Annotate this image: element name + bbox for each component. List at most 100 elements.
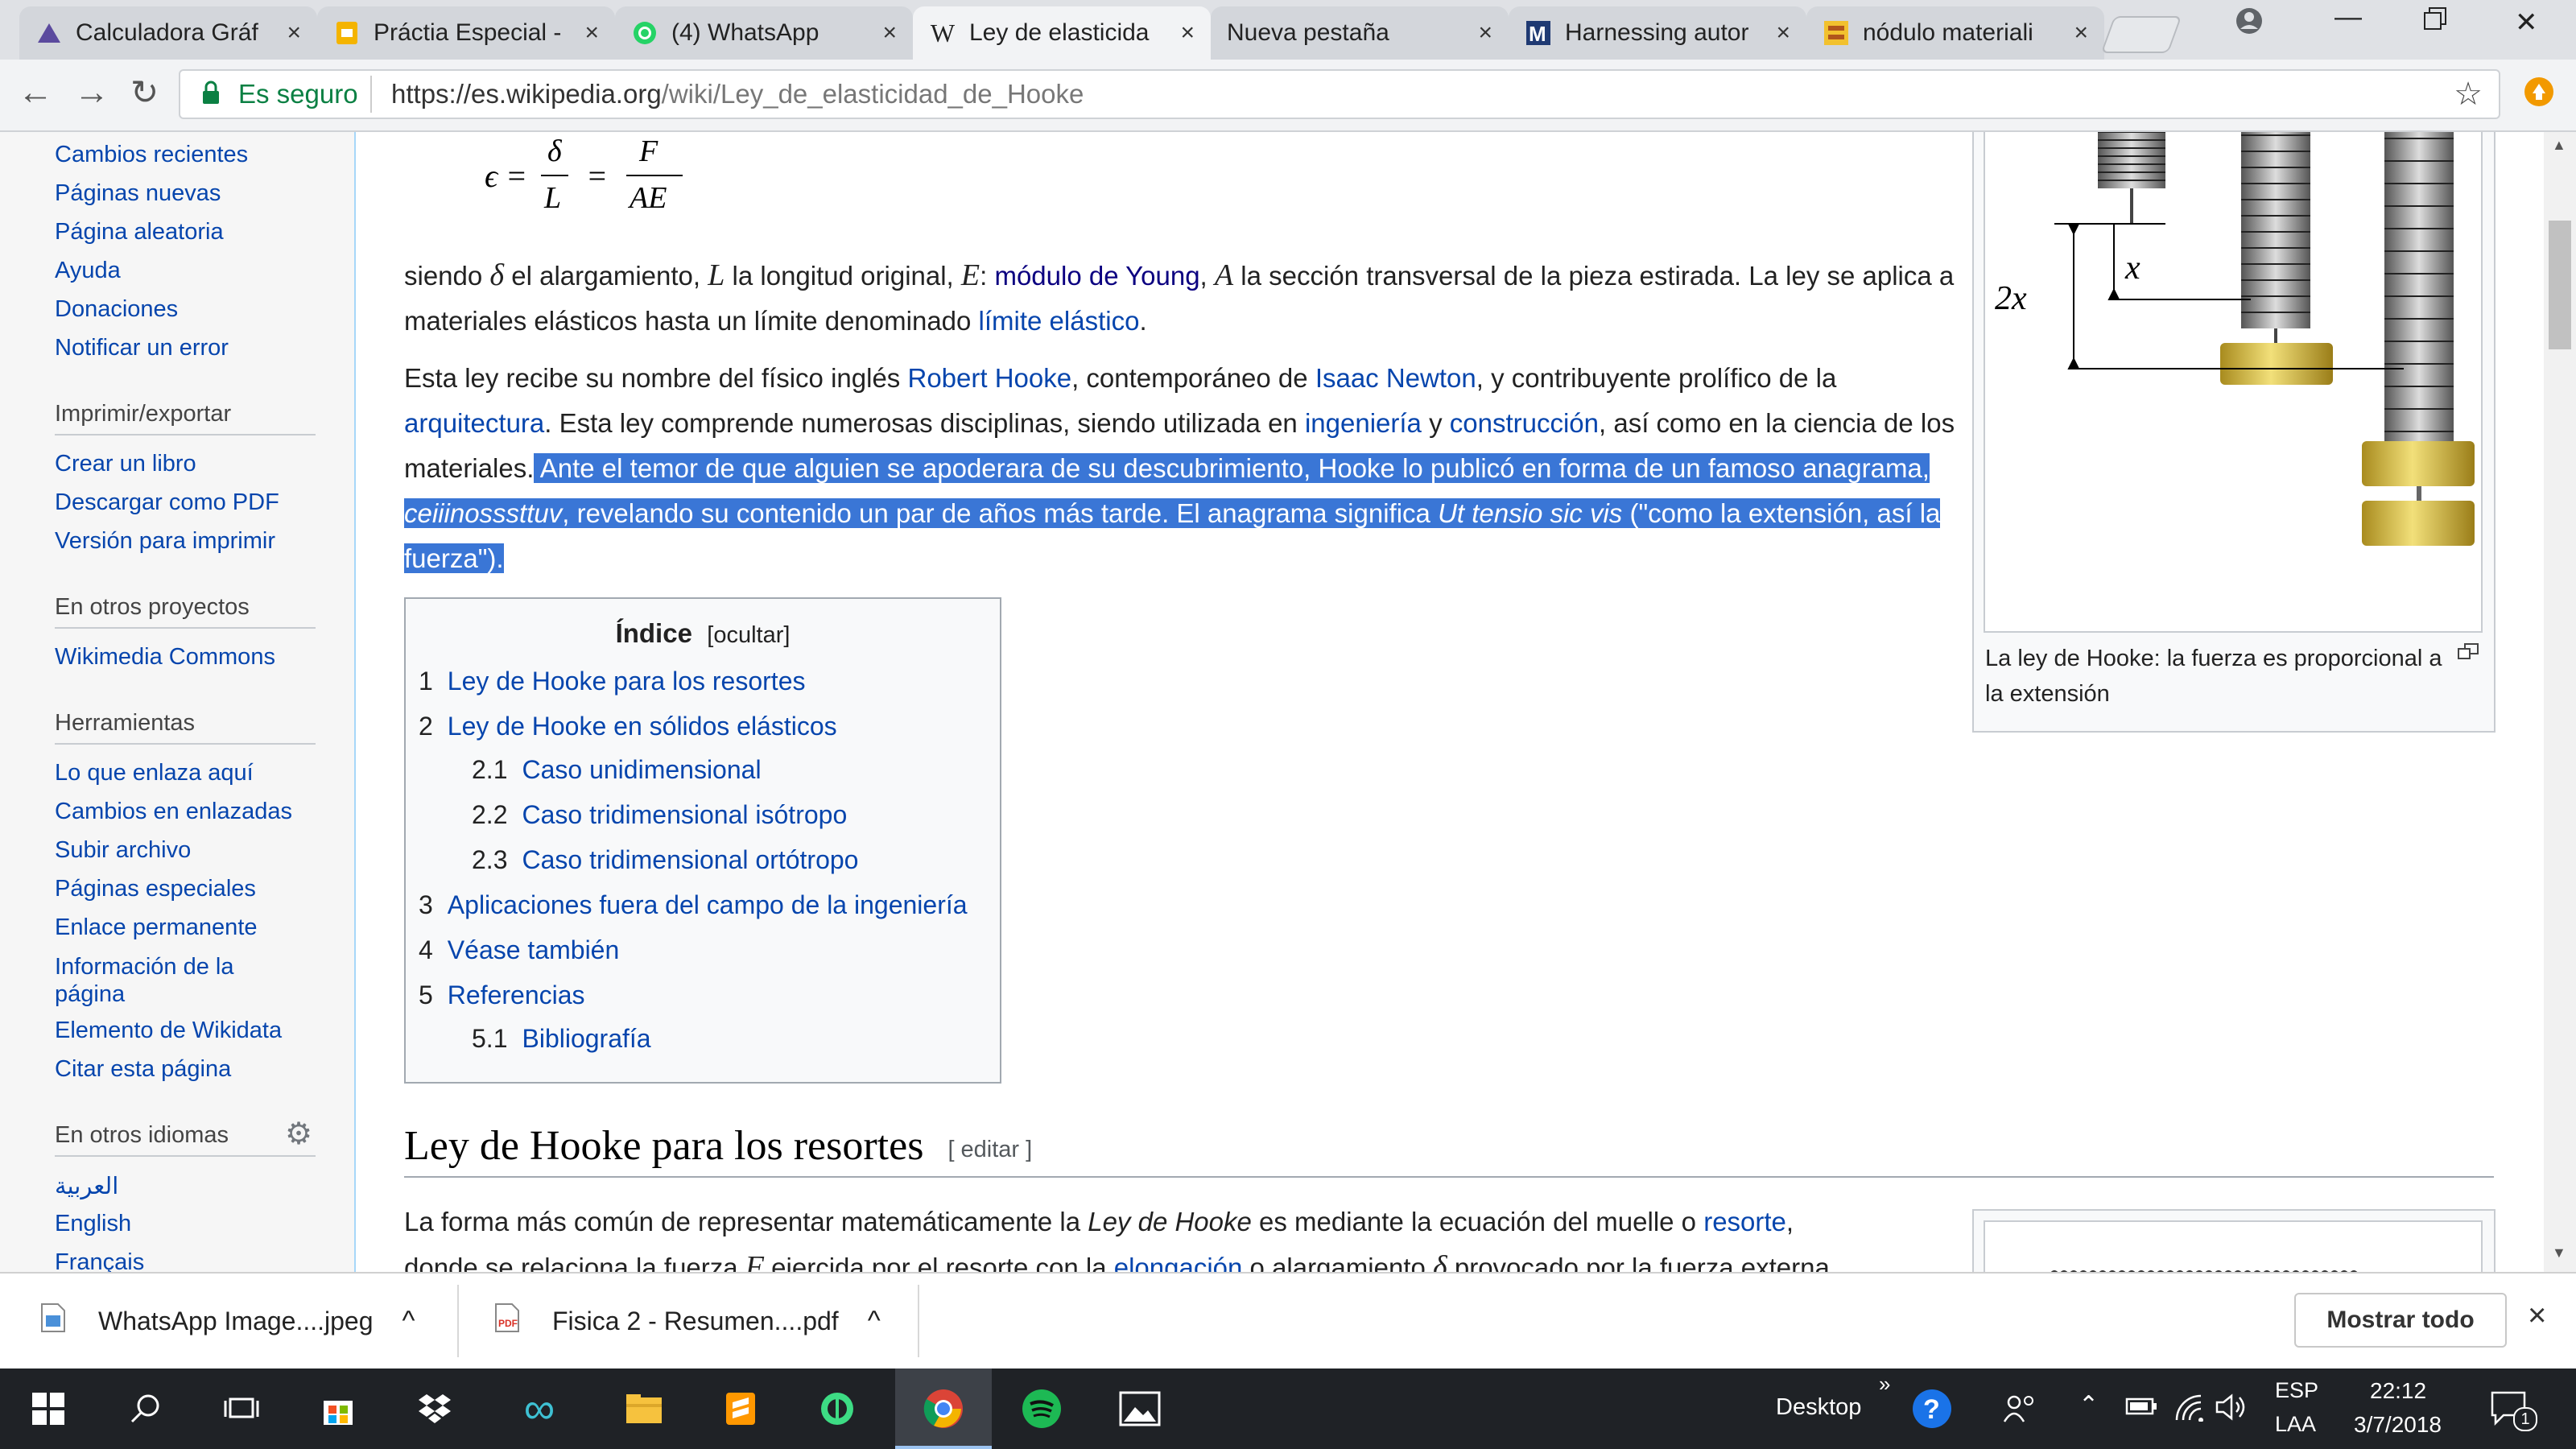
toc-link[interactable]: Caso tridimensional ortótropo: [522, 845, 858, 874]
close-window-icon[interactable]: ✕: [2515, 6, 2538, 39]
chevron-up-icon[interactable]: ⌃: [2079, 1391, 2099, 1419]
toc-item[interactable]: 2 Ley de Hooke en sólidos elásticos: [419, 712, 837, 741]
clock-date[interactable]: 3/7/2018: [2354, 1412, 2442, 1438]
close-tab-icon[interactable]: ×: [287, 19, 301, 47]
toc-item[interactable]: 2.3 Caso tridimensional ortótropo: [472, 845, 858, 875]
gear-icon[interactable]: ⚙: [285, 1116, 312, 1152]
vertical-scrollbar[interactable]: ▲ ▼: [2544, 132, 2576, 1272]
link-resorte[interactable]: resorte: [1703, 1207, 1786, 1236]
toc-link[interactable]: Caso tridimensional isótropo: [522, 800, 847, 829]
android-studio-icon[interactable]: [789, 1368, 886, 1449]
toc-item[interactable]: 5 Referencias: [419, 980, 585, 1010]
toc-item[interactable]: 2.2 Caso tridimensional isótropo: [472, 800, 847, 830]
volume-icon[interactable]: [2215, 1393, 2249, 1427]
toc-link[interactable]: Caso unidimensional: [522, 755, 761, 784]
sidebar-link-recent-changes[interactable]: Cambios recientes: [55, 142, 248, 168]
sidebar-link-pageinfo[interactable]: Información de la página: [55, 953, 264, 1008]
store-icon[interactable]: [290, 1368, 386, 1449]
close-tab-icon[interactable]: ×: [882, 19, 897, 47]
chevron-overflow-icon[interactable]: »: [1879, 1372, 1890, 1397]
sidebar-link-related[interactable]: Cambios en enlazadas: [55, 799, 292, 825]
sidebar-link-cite[interactable]: Citar esta página: [55, 1056, 231, 1083]
help-icon[interactable]: ?: [1911, 1388, 1953, 1435]
arduino-icon[interactable]: ∞: [491, 1368, 588, 1449]
clock-time[interactable]: 22:12: [2370, 1378, 2426, 1404]
sidebar-link-commons[interactable]: Wikimedia Commons: [55, 644, 275, 671]
battery-icon[interactable]: [2125, 1396, 2159, 1422]
chevron-up-icon[interactable]: ^: [402, 1306, 415, 1337]
tab-slides[interactable]: Práctia Especial - ×: [317, 6, 615, 60]
link-isaac-newton[interactable]: Isaac Newton: [1315, 363, 1476, 393]
sidebar-link-pdf[interactable]: Descargar como PDF: [55, 489, 279, 516]
chrome-icon[interactable]: [895, 1368, 992, 1449]
toc-item[interactable]: 3 Aplicaciones fuera del campo de la inge…: [419, 890, 968, 920]
sidebar-link-lang-fr[interactable]: Français: [55, 1249, 144, 1272]
tab-wikipedia[interactable]: W Ley de elasticida ×: [913, 6, 1211, 60]
wifi-icon[interactable]: [2174, 1393, 2206, 1427]
toc-link[interactable]: Aplicaciones fuera del campo de la ingen…: [448, 890, 968, 919]
toc-item[interactable]: 4 Véase también: [419, 935, 619, 965]
download-item[interactable]: WhatsApp Image....jpeg ^: [40, 1274, 435, 1368]
people-icon[interactable]: [2003, 1393, 2038, 1430]
sidebar-link-wikidata[interactable]: Elemento de Wikidata: [55, 1018, 282, 1044]
figure-image[interactable]: x 2x: [1984, 132, 2483, 633]
toc-link[interactable]: Ley de Hooke para los resortes: [448, 667, 806, 696]
sidebar-link-donate[interactable]: Donaciones: [55, 296, 178, 323]
tab-nodmat[interactable]: nódulo materiali ×: [1806, 6, 2104, 60]
profile-icon[interactable]: [2235, 6, 2264, 43]
sidebar-link-lang-ar[interactable]: العربية: [55, 1172, 118, 1200]
sidebar-link-random[interactable]: Página aleatoria: [55, 219, 224, 246]
sidebar-link-upload[interactable]: Subir archivo: [55, 837, 191, 864]
photos-icon[interactable]: [1092, 1368, 1188, 1449]
new-tab-button[interactable]: [2100, 16, 2182, 53]
link-robert-hooke[interactable]: Robert Hooke: [907, 363, 1071, 393]
tab-desmos[interactable]: Calculadora Gráf ×: [19, 6, 317, 60]
sublime-icon[interactable]: [692, 1368, 789, 1449]
sidebar-link-help[interactable]: Ayuda: [55, 258, 121, 284]
spotify-icon[interactable]: [993, 1368, 1090, 1449]
toc-item[interactable]: 5.1 Bibliografía: [472, 1024, 651, 1054]
task-view-icon[interactable]: [193, 1368, 290, 1449]
toc-link[interactable]: Véase también: [448, 935, 619, 964]
download-item[interactable]: PDF Fisica 2 - Resumen....pdf ^: [494, 1274, 913, 1368]
tab-new[interactable]: Nueva pestaña ×: [1211, 6, 1509, 60]
sidebar-link-lang-en[interactable]: English: [55, 1211, 131, 1237]
link-young-modulus[interactable]: módulo de Young: [994, 261, 1199, 291]
enlarge-icon[interactable]: [2457, 641, 2479, 666]
sidebar-link-special[interactable]: Páginas especiales: [55, 876, 256, 902]
link-elastic-limit[interactable]: límite elástico: [979, 306, 1140, 336]
toc-link[interactable]: Referencias: [448, 980, 585, 1009]
back-icon[interactable]: ←: [18, 72, 53, 113]
sidebar-link-whatlinks[interactable]: Lo que enlaza aquí: [55, 760, 254, 786]
language-top[interactable]: ESP: [2275, 1378, 2318, 1403]
close-tab-icon[interactable]: ×: [2074, 19, 2088, 47]
close-tab-icon[interactable]: ×: [1180, 19, 1195, 47]
link-architecture[interactable]: arquitectura: [404, 408, 544, 438]
address-bar[interactable]: Es seguro https://es.wikipedia.org/wiki/…: [179, 69, 2500, 119]
sidebar-link-new-pages[interactable]: Páginas nuevas: [55, 180, 221, 207]
toc-link[interactable]: Bibliografía: [522, 1024, 650, 1053]
sidebar-link-print[interactable]: Versión para imprimir: [55, 528, 275, 555]
tab-mdpi[interactable]: M Harnessing autor ×: [1509, 6, 1806, 60]
sidebar-link-report[interactable]: Notificar un error: [55, 335, 229, 361]
toc-item[interactable]: 1 Ley de Hooke para los resortes: [419, 667, 805, 696]
minimize-icon[interactable]: —: [2334, 2, 2362, 33]
desktop-label[interactable]: Desktop: [1776, 1394, 1861, 1421]
scroll-thumb[interactable]: [2549, 221, 2571, 349]
restore-icon[interactable]: [2423, 6, 2447, 38]
sidebar-link-permalink[interactable]: Enlace permanente: [55, 914, 258, 941]
link-construction[interactable]: construcción: [1450, 408, 1599, 438]
extension-icon[interactable]: [2523, 76, 2555, 112]
link-engineering[interactable]: ingeniería: [1305, 408, 1422, 438]
scroll-down-icon[interactable]: ▼: [2552, 1245, 2566, 1261]
bookmark-star-icon[interactable]: ☆: [2454, 76, 2483, 113]
tab-whatsapp[interactable]: (4) WhatsApp ×: [615, 6, 913, 60]
close-tab-icon[interactable]: ×: [1478, 19, 1492, 47]
show-all-downloads-button[interactable]: Mostrar todo: [2294, 1293, 2507, 1348]
file-explorer-icon[interactable]: [596, 1368, 692, 1449]
figure-image[interactable]: [1984, 1220, 2483, 1272]
close-tab-icon[interactable]: ×: [1776, 19, 1790, 47]
edit-section-link[interactable]: [ editar ]: [947, 1137, 1032, 1162]
sidebar-link-book[interactable]: Crear un libro: [55, 451, 196, 477]
toc-item[interactable]: 2.1 Caso unidimensional: [472, 755, 762, 785]
